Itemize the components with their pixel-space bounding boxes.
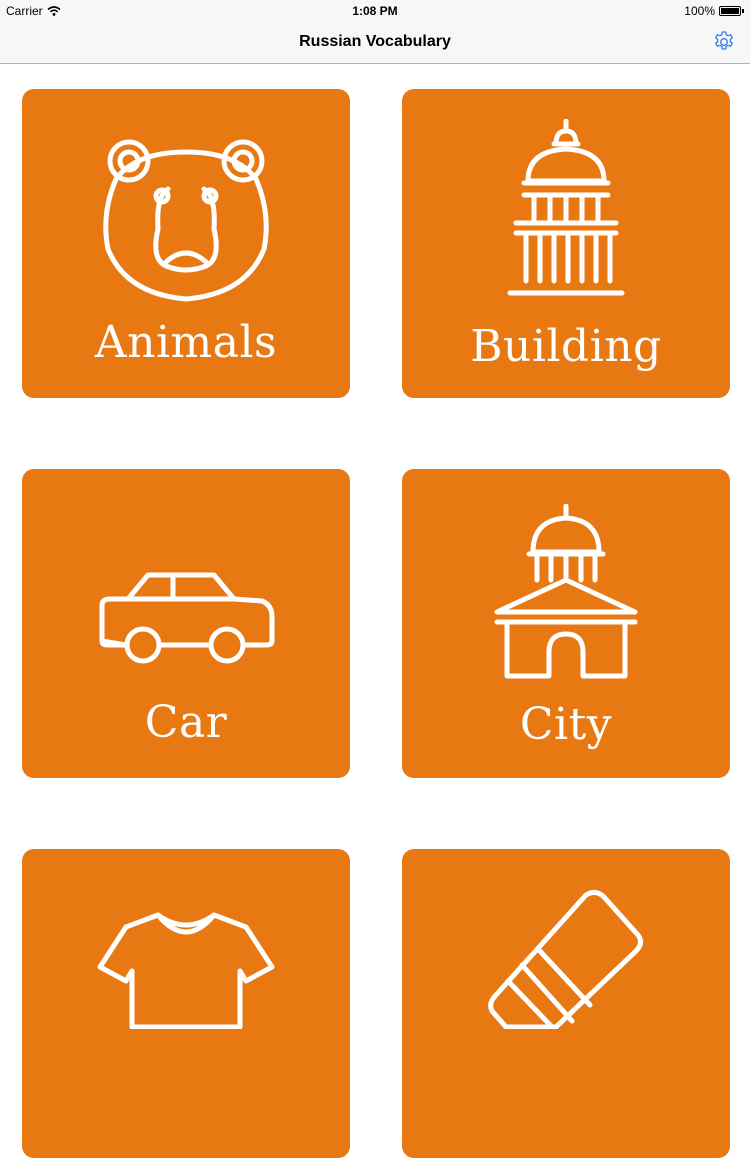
- gear-icon[interactable]: [712, 30, 736, 54]
- shirt-icon: [97, 912, 275, 1029]
- car-icon: [99, 572, 275, 664]
- capitol-building-icon: [507, 119, 625, 296]
- page-title: Russian Vocabulary: [299, 33, 451, 50]
- category-tile-animals[interactable]: Animals: [22, 89, 350, 398]
- category-tile-stationery[interactable]: [402, 849, 730, 1158]
- category-tile-car[interactable]: Car: [22, 469, 350, 778]
- category-tile-clothing[interactable]: [22, 849, 350, 1158]
- battery-fill: [721, 8, 739, 14]
- category-label: Animals: [94, 317, 278, 368]
- battery-tip: [742, 9, 744, 13]
- category-label: Car: [144, 697, 228, 748]
- battery-percent: 100%: [684, 4, 715, 18]
- category-label: Building: [470, 321, 662, 372]
- battery-icon: [719, 6, 741, 16]
- navigation-bar: Russian Vocabulary: [0, 22, 750, 64]
- city-hall-icon: [494, 504, 638, 679]
- status-time: 1:08 PM: [352, 4, 398, 18]
- eraser-icon: [488, 889, 644, 1029]
- status-bar: Carrier 1:08 PM 100%: [0, 0, 750, 22]
- status-right: 100%: [684, 4, 744, 18]
- category-tile-city[interactable]: City: [402, 469, 730, 778]
- category-tile-building[interactable]: Building: [402, 89, 730, 398]
- bear-icon: [103, 139, 269, 302]
- category-label: City: [519, 699, 613, 750]
